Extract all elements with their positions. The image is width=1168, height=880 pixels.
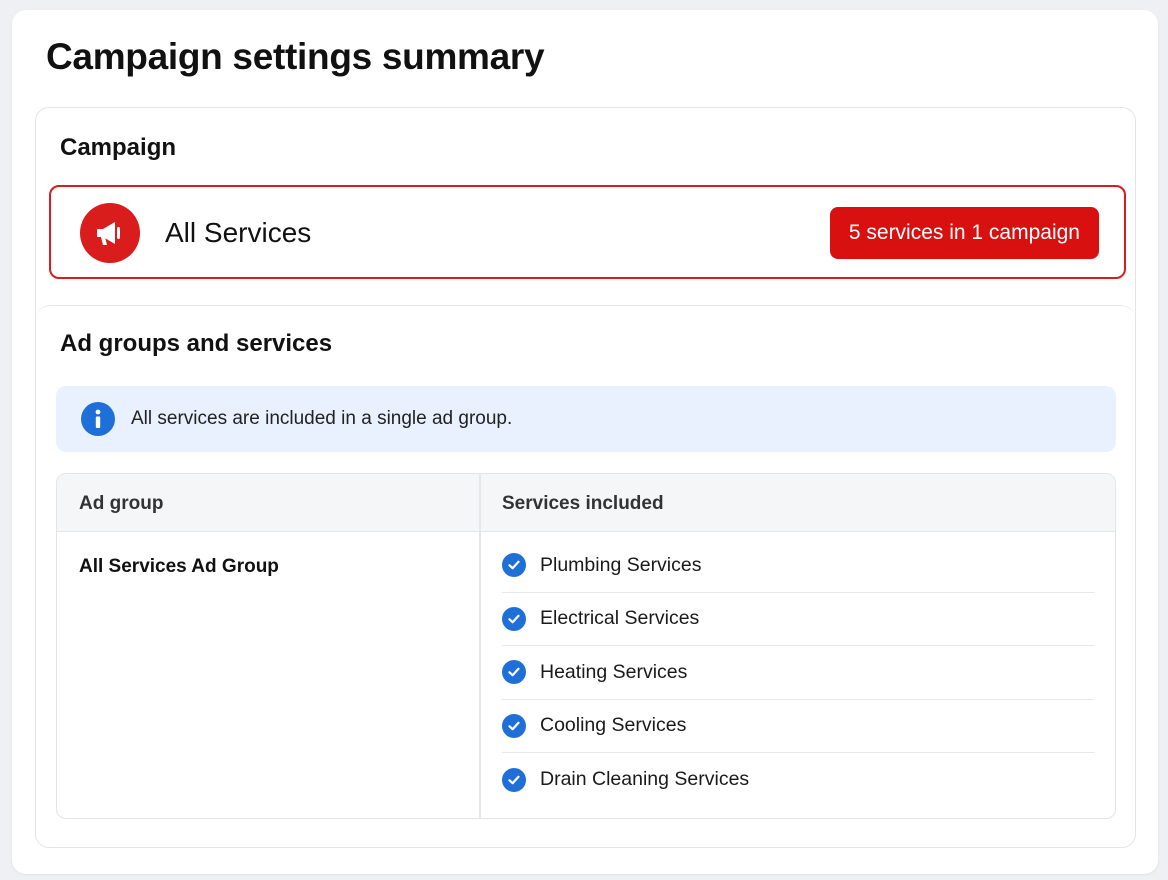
- service-label: Electrical Services: [540, 607, 700, 630]
- list-item: Plumbing Services: [502, 539, 1094, 593]
- column-header-services-included: Services included: [502, 493, 664, 514]
- campaign-summary-card: Campaign All Services 5 services in 1 ca…: [35, 107, 1136, 848]
- ad-groups-card: Ad groups and services All services are …: [36, 305, 1135, 847]
- campaign-row[interactable]: All Services 5 services in 1 campaign: [49, 185, 1126, 279]
- ad-group-name: All Services Ad Group: [79, 556, 279, 577]
- campaign-section-title: Campaign: [60, 134, 177, 161]
- service-label: Heating Services: [540, 660, 688, 683]
- check-circle-icon: [502, 660, 526, 685]
- service-label: Cooling Services: [540, 714, 687, 737]
- page-container: Campaign settings summary Campaign All S…: [12, 10, 1158, 874]
- column-divider: [479, 474, 481, 818]
- service-label: Plumbing Services: [540, 553, 702, 576]
- column-header-ad-group: Ad group: [79, 493, 164, 514]
- campaign-name: All Services: [165, 217, 312, 248]
- ad-groups-section-title: Ad groups and services: [60, 330, 333, 357]
- list-item: Drain Cleaning Services: [502, 753, 1094, 807]
- ad-groups-table: Ad group Services included All Services …: [56, 473, 1116, 819]
- list-item: Cooling Services: [502, 700, 1094, 753]
- check-circle-icon: [502, 713, 526, 738]
- info-banner: All services are included in a single ad…: [56, 386, 1116, 452]
- check-circle-icon: [502, 553, 526, 578]
- list-item: Electrical Services: [502, 593, 1094, 646]
- info-message: All services are included in a single ad…: [131, 408, 513, 429]
- check-circle-icon: [502, 606, 526, 631]
- services-list: Plumbing Services Electrical Services He…: [502, 539, 1094, 807]
- list-item: Heating Services: [502, 646, 1094, 700]
- campaign-count-badge: 5 services in 1 campaign: [829, 207, 1099, 259]
- megaphone-icon: [80, 203, 140, 263]
- info-icon: [81, 402, 115, 436]
- check-circle-icon: [502, 767, 526, 792]
- page-title: Campaign settings summary: [46, 36, 545, 77]
- service-label: Drain Cleaning Services: [540, 768, 750, 791]
- table-header: Ad group Services included: [57, 474, 1115, 532]
